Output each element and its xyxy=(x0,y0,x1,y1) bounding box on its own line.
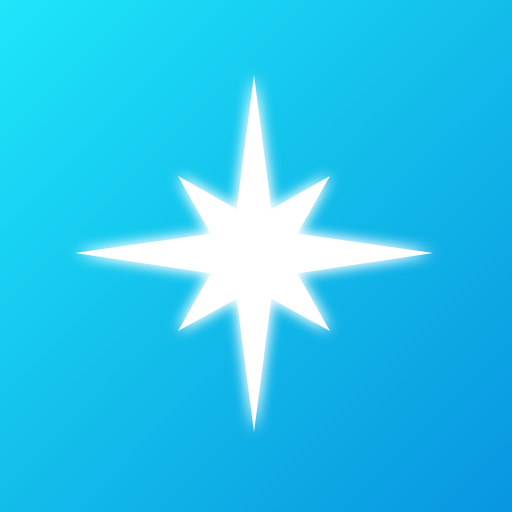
star-shape xyxy=(75,75,433,432)
app-icon xyxy=(0,0,512,512)
compass-star-icon xyxy=(75,75,433,432)
